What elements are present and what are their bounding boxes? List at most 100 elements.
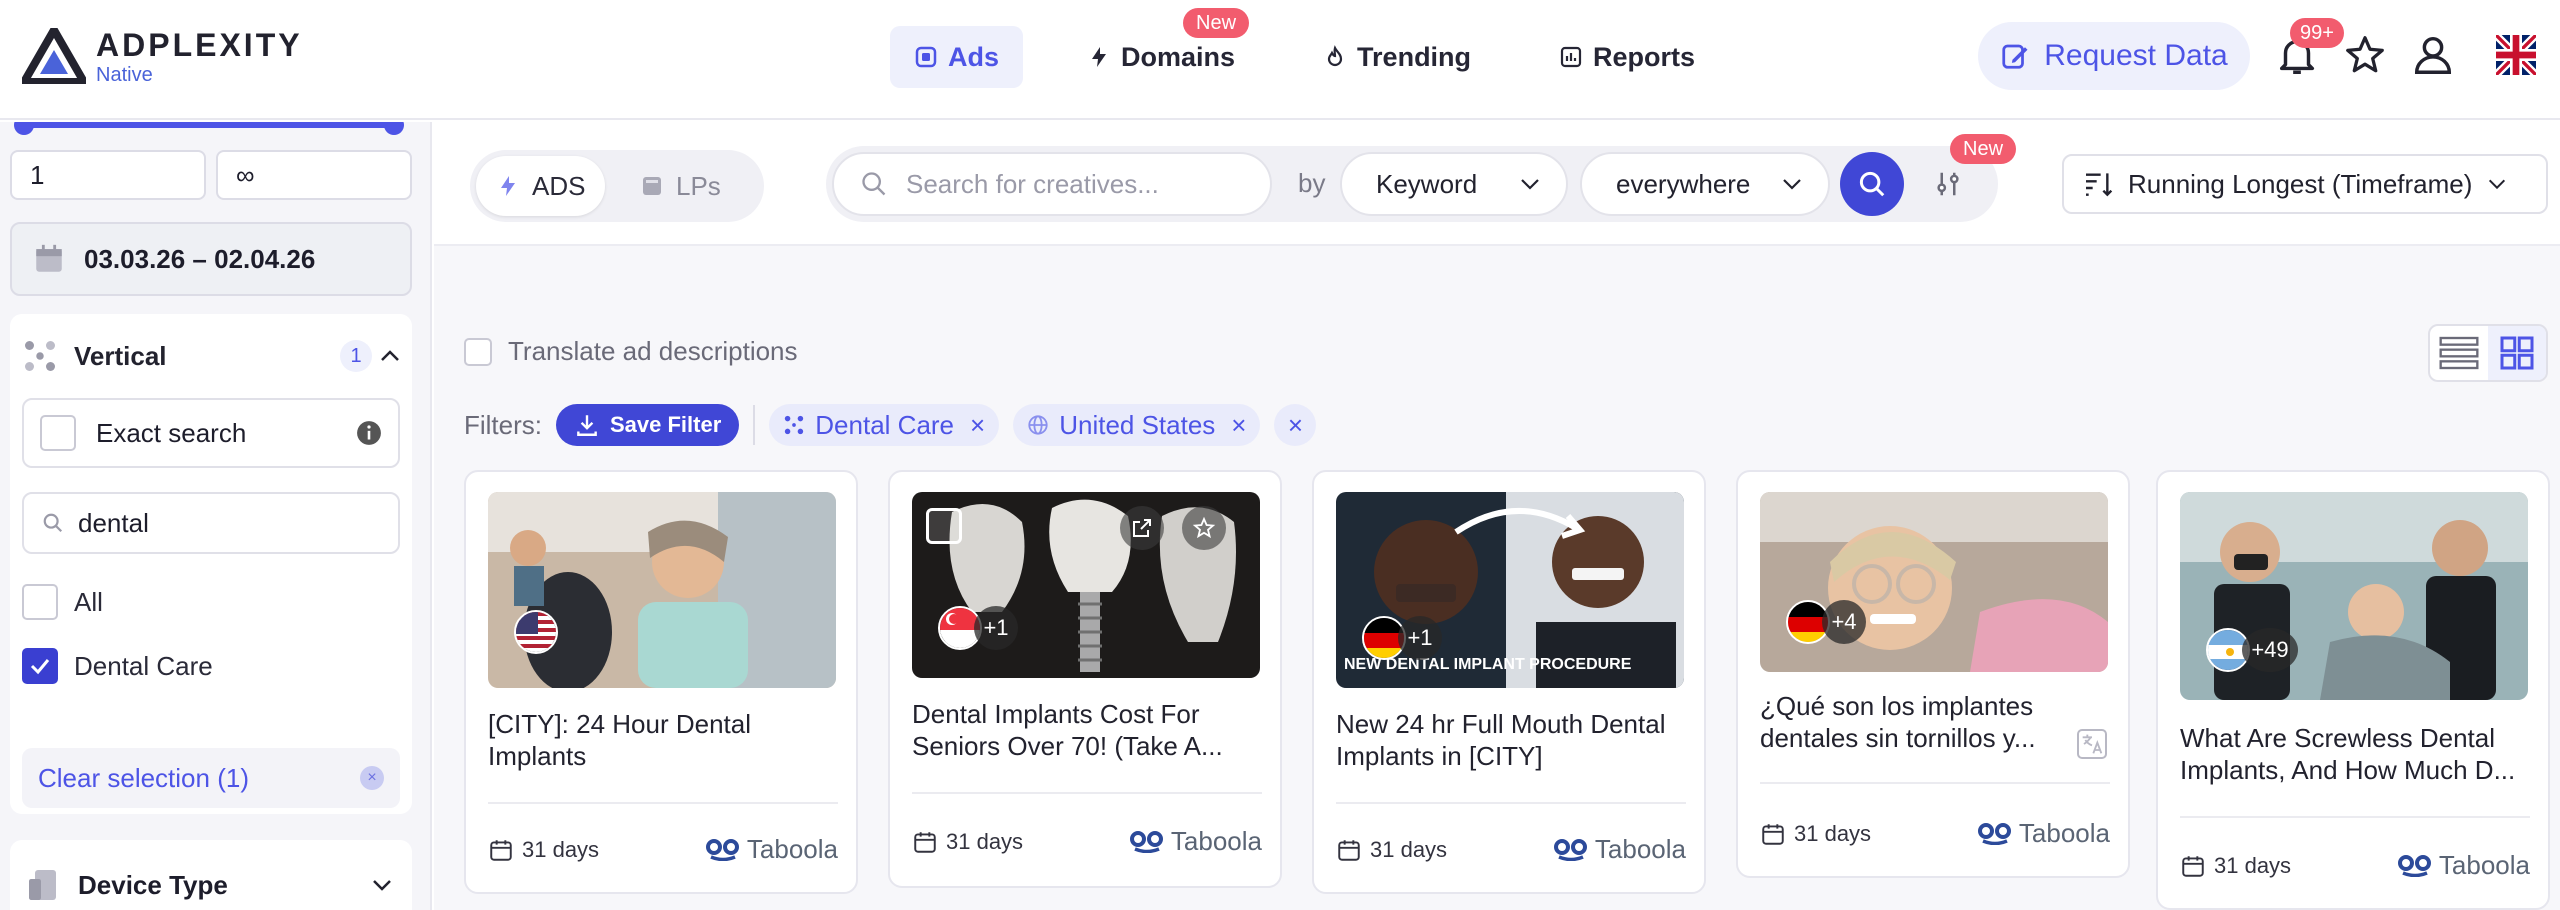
ad-thumbnail[interactable]: +1 bbox=[912, 492, 1260, 678]
lightning-icon bbox=[1092, 47, 1107, 67]
nav-reports[interactable]: Reports bbox=[1535, 26, 1719, 88]
user-icon[interactable] bbox=[2410, 32, 2456, 78]
list-view-button[interactable] bbox=[2430, 326, 2488, 380]
ad-title: ¿Qué son los implantes dentales sin torn… bbox=[1760, 691, 2036, 753]
chip-united-states[interactable]: United States × bbox=[1013, 404, 1261, 446]
info-icon[interactable] bbox=[356, 420, 382, 446]
keyword-dropdown[interactable]: Keyword bbox=[1340, 152, 1568, 216]
slider-min-handle[interactable] bbox=[14, 122, 34, 135]
sidebar: 1 ∞ 03.03.26 – 02.04.26 Vertical 1 Exact… bbox=[0, 122, 432, 910]
card-divider bbox=[488, 802, 838, 804]
nav-ads[interactable]: Ads bbox=[890, 26, 1024, 88]
translate-checkbox[interactable] bbox=[464, 337, 492, 366]
range-min-input[interactable]: 1 bbox=[10, 150, 206, 200]
filters-new-badge: New bbox=[1950, 134, 2017, 164]
ad-thumbnail[interactable] bbox=[488, 492, 836, 688]
request-data-button[interactable]: Request Data bbox=[1978, 22, 2250, 90]
card-divider bbox=[1336, 802, 1686, 804]
range-slider[interactable] bbox=[14, 122, 404, 135]
ad-footer: 31 days Taboola bbox=[488, 834, 838, 865]
ad-duration: 31 days bbox=[1336, 837, 1447, 863]
option-all-checkbox[interactable] bbox=[22, 584, 58, 620]
select-ad-checkbox[interactable] bbox=[926, 508, 962, 544]
slider-max-handle[interactable] bbox=[384, 122, 404, 135]
clear-all-filters-button[interactable]: × bbox=[1274, 404, 1317, 446]
clear-selection-button[interactable]: Clear selection (1) × bbox=[22, 748, 400, 808]
taboola-logo-icon bbox=[1553, 838, 1587, 861]
search-submit-button[interactable] bbox=[1840, 152, 1904, 216]
sort-icon bbox=[2086, 173, 2113, 197]
ad-card[interactable]: +49 What Are Screwless Dental Implants, … bbox=[2156, 470, 2550, 910]
download-icon bbox=[577, 415, 597, 436]
sliders-icon bbox=[1937, 172, 1959, 196]
seg-ads-label: ADS bbox=[532, 170, 586, 201]
date-range-picker[interactable]: 03.03.26 – 02.04.26 bbox=[10, 222, 412, 296]
option-all-label: All bbox=[74, 586, 103, 617]
vertical-icon bbox=[25, 341, 55, 371]
ad-card[interactable]: NEW DENTAL IMPLANT PROCEDURE +1 New 24 h… bbox=[1312, 470, 1706, 894]
open-external-button[interactable] bbox=[1120, 506, 1164, 550]
ad-title: [CITY]: 24 Hour Dental Implants bbox=[488, 709, 751, 771]
ad-thumbnail[interactable]: +4 bbox=[1760, 492, 2108, 672]
scope-dropdown[interactable]: everywhere bbox=[1580, 152, 1830, 216]
vertical-header[interactable]: Vertical 1 bbox=[22, 336, 402, 376]
ad-thumbnail[interactable]: NEW DENTAL IMPLANT PROCEDURE +1 bbox=[1336, 492, 1684, 688]
nav-domains[interactable]: Domains New bbox=[1063, 8, 1259, 88]
ad-thumbnail[interactable]: +49 bbox=[2180, 492, 2528, 700]
active-filters: Filters: Save Filter Dental Care × Unite… bbox=[464, 404, 1317, 446]
chevron-down-icon bbox=[1521, 179, 1539, 190]
exact-search-checkbox[interactable] bbox=[40, 415, 76, 451]
ad-card[interactable]: +4 ¿Qué son los implantes dentales sin t… bbox=[1736, 470, 2130, 878]
main-content: ADS LPs Search for creatives... by Keywo… bbox=[434, 122, 2560, 910]
nav-trending[interactable]: Trending bbox=[1299, 26, 1495, 88]
exact-search-toggle[interactable]: Exact search bbox=[22, 398, 400, 468]
seg-ads-button[interactable]: ADS bbox=[476, 156, 606, 216]
translate-icon[interactable] bbox=[2076, 728, 2108, 760]
star-icon[interactable] bbox=[2342, 32, 2388, 78]
view-mode-toggle bbox=[2428, 324, 2548, 382]
ad-card[interactable]: +1 Dental Implants Cost For Seniors Over… bbox=[888, 470, 1282, 888]
seg-lps-button[interactable]: LPs bbox=[620, 156, 741, 216]
calendar-icon bbox=[1762, 823, 1784, 845]
grid-view-button[interactable] bbox=[2488, 326, 2546, 380]
adplexity-logo-icon bbox=[22, 28, 86, 84]
more-countries-badge: +4 bbox=[1822, 600, 1866, 644]
ad-footer: 31 days Taboola bbox=[1336, 834, 1686, 865]
option-all[interactable]: All bbox=[22, 584, 103, 620]
close-icon[interactable]: × bbox=[970, 410, 985, 441]
sort-dropdown[interactable]: Running Longest (Timeframe) bbox=[2062, 154, 2548, 214]
chip-dental-care[interactable]: Dental Care × bbox=[769, 404, 1000, 446]
uk-flag-icon[interactable] bbox=[2496, 35, 2536, 75]
close-icon[interactable]: × bbox=[1231, 410, 1246, 441]
search-icon bbox=[43, 513, 63, 533]
nav-reports-label: Reports bbox=[1593, 41, 1696, 72]
translate-toggle[interactable]: Translate ad descriptions bbox=[464, 336, 798, 367]
network-taboola: Taboola bbox=[1129, 826, 1262, 857]
network-taboola: Taboola bbox=[1977, 818, 2110, 849]
search-toolbar: ADS LPs Search for creatives... by Keywo… bbox=[434, 122, 2560, 246]
logo[interactable]: ADPLEXITY Native bbox=[22, 28, 303, 86]
option-dental-care[interactable]: Dental Care bbox=[22, 648, 213, 684]
network-taboola: Taboola bbox=[2397, 850, 2530, 881]
card-divider bbox=[1760, 782, 2110, 784]
vertical-icon bbox=[785, 415, 804, 435]
chevron-down-icon[interactable] bbox=[370, 873, 394, 897]
device-type-panel[interactable]: Device Type bbox=[10, 840, 412, 910]
creative-search-input[interactable]: Search for creatives... bbox=[832, 152, 1272, 216]
favorite-button[interactable] bbox=[1182, 506, 1226, 550]
vertical-search-input[interactable]: dental bbox=[22, 492, 400, 554]
save-filter-button[interactable]: Save Filter bbox=[556, 404, 740, 446]
ad-card[interactable]: [CITY]: 24 Hour Dental Implants 31 days … bbox=[464, 470, 858, 894]
range-max-input[interactable]: ∞ bbox=[216, 150, 412, 200]
network-name: Taboola bbox=[1594, 834, 1686, 864]
option-dental-care-checkbox[interactable] bbox=[22, 648, 58, 684]
close-icon[interactable]: × bbox=[360, 766, 384, 790]
exact-search-label: Exact search bbox=[96, 417, 247, 448]
chevron-down-icon bbox=[1783, 179, 1801, 190]
chevron-up-icon[interactable] bbox=[378, 344, 402, 368]
vertical-filter-panel: Vertical 1 Exact search dental All Denta… bbox=[10, 314, 412, 814]
nav-trending-label: Trending bbox=[1357, 41, 1472, 72]
network-taboola: Taboola bbox=[1553, 834, 1686, 865]
nav-ads-label: Ads bbox=[948, 41, 1000, 72]
taboola-logo-icon bbox=[705, 838, 739, 861]
